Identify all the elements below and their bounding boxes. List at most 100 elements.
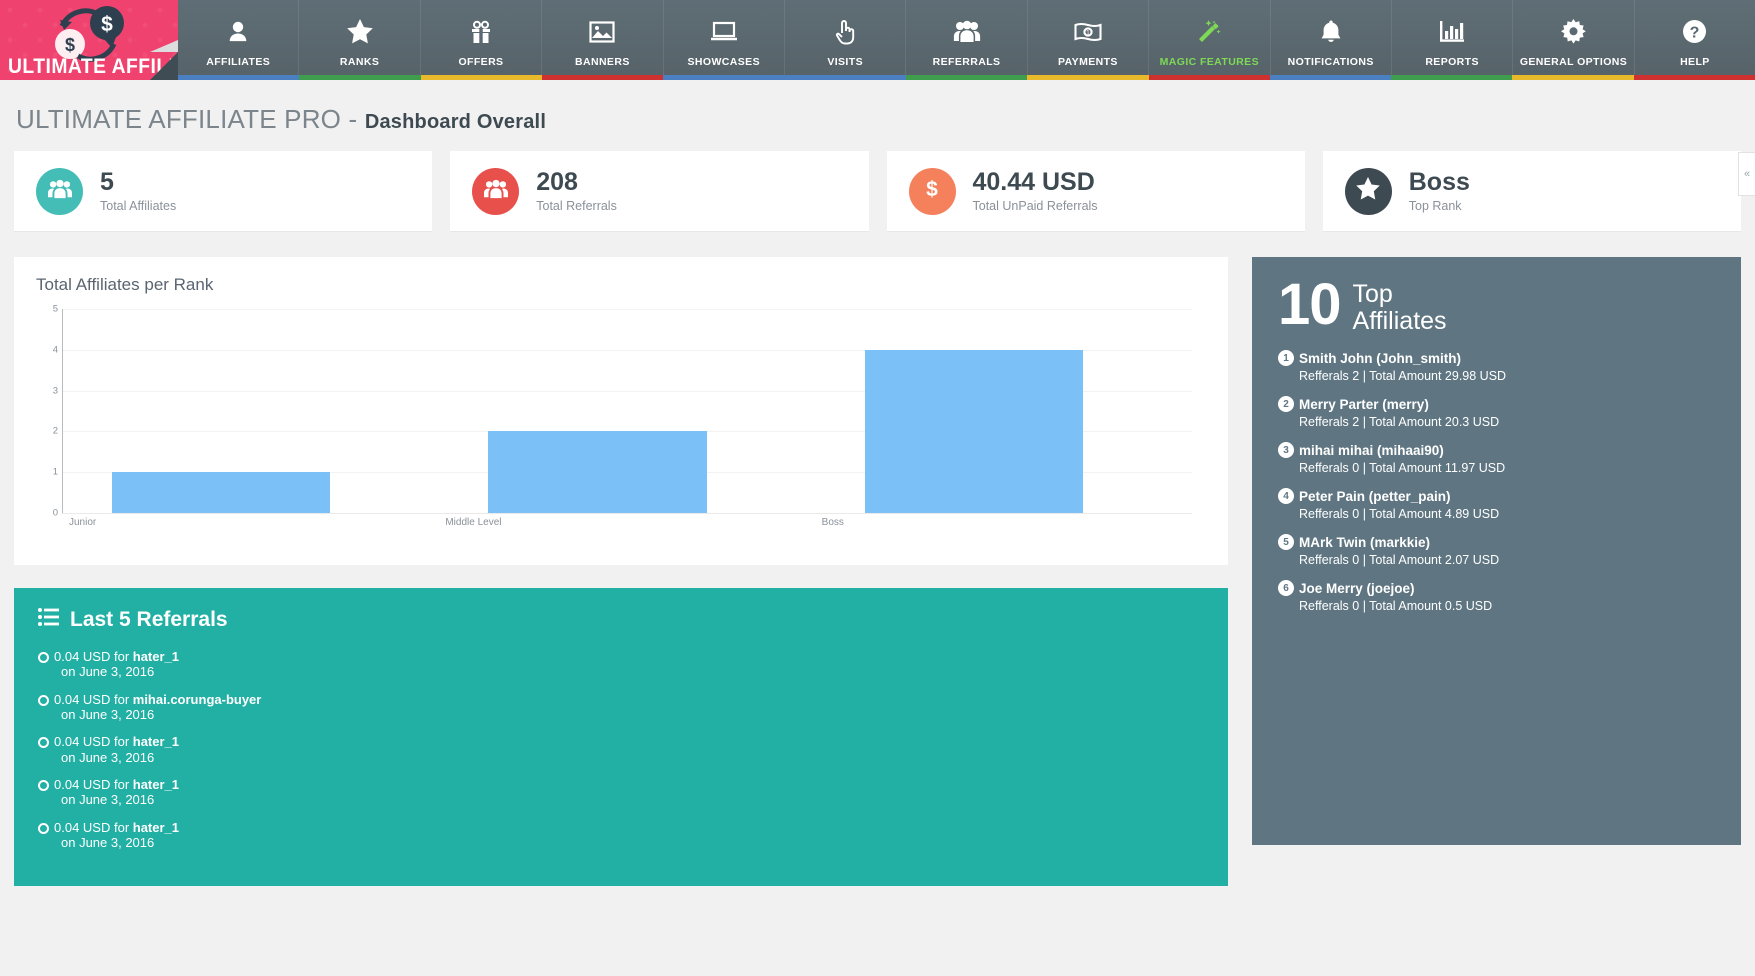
nav-item-offers[interactable]: OFFERS xyxy=(420,0,541,80)
affiliate-detail: Refferals 0 | Total Amount 0.5 USD xyxy=(1278,599,1715,613)
list-item: 6 Joe Merry (joejoe) Refferals 0 | Total… xyxy=(1278,580,1715,613)
gear-icon xyxy=(1561,15,1586,49)
affiliate-name-row: 2 Merry Parter (merry) xyxy=(1278,396,1715,412)
referral-line-1: 0.04 USD for hater_1 xyxy=(54,734,179,749)
sidebar-collapse-toggle[interactable]: « xyxy=(1738,152,1755,196)
list-item: 0.04 USD for hater_1 on June 3, 2016 xyxy=(38,734,1204,765)
nav-item-notifications[interactable]: NOTIFICATIONS xyxy=(1270,0,1391,80)
nav-item-reports[interactable]: REPORTS xyxy=(1391,0,1512,80)
list-item: 3 mihai mihai (mihaai90) Refferals 0 | T… xyxy=(1278,442,1715,475)
image-icon xyxy=(589,15,615,49)
chart-bar-junior[interactable] xyxy=(112,472,330,513)
chart-y-axis: 5 4 3 2 1 0 xyxy=(36,309,58,513)
referral-user: hater_1 xyxy=(133,734,179,749)
affiliates-per-rank-chart-card: Total Affiliates per Rank 5 4 3 2 1 0 xyxy=(14,257,1228,565)
referrals-list: 0.04 USD for hater_1 on June 3, 2016 0.0… xyxy=(38,649,1204,850)
stat-card-total-affiliates: 5 Total Affiliates xyxy=(14,151,432,231)
affiliate-detail: Refferals 2 | Total Amount 29.98 USD xyxy=(1278,369,1715,383)
stat-card-total-referrals: 208 Total Referrals xyxy=(450,151,868,231)
list-item: 0.04 USD for hater_1 on June 3, 2016 xyxy=(38,649,1204,680)
nav-label: RANKS xyxy=(340,56,379,68)
top-navigation-bar: $ $ ULTIMATE AFFILIATE AFFILIATES RANKS xyxy=(0,0,1755,80)
stat-icon-badge xyxy=(36,168,83,215)
referral-line-1: 0.04 USD for hater_1 xyxy=(54,777,179,792)
affiliate-detail: Refferals 0 | Total Amount 2.07 USD xyxy=(1278,553,1715,567)
chart-title: Total Affiliates per Rank xyxy=(36,275,1206,295)
stat-caption: Total UnPaid Referrals xyxy=(973,199,1098,213)
stat-card-total-unpaid-referrals: $ 40.44 USD Total UnPaid Referrals xyxy=(887,151,1305,231)
y-tick-label: 2 xyxy=(53,426,58,437)
y-tick-label: 0 xyxy=(53,508,58,519)
referral-user: mihai.corunga-buyer xyxy=(133,692,262,707)
affiliate-name: Joe Merry (joejoe) xyxy=(1299,581,1415,596)
rank-badge: 5 xyxy=(1278,534,1294,550)
top-affiliates-title-line1: Top xyxy=(1353,281,1447,308)
dashboard-page: « ULTIMATE AFFILIATE PRO - Dashboard Ove… xyxy=(0,80,1755,886)
app-logo[interactable]: $ $ ULTIMATE AFFILIATE xyxy=(0,0,178,80)
y-tick-label: 4 xyxy=(53,344,58,355)
nav-item-magic-features[interactable]: MAGIC FEATURES xyxy=(1148,0,1269,80)
nav-item-payments[interactable]: 1 PAYMENTS xyxy=(1027,0,1148,80)
nav-item-showcases[interactable]: SHOWCASES xyxy=(663,0,784,80)
affiliate-name-row: 5 MArk Twin (markkie) xyxy=(1278,534,1715,550)
nav-label: AFFILIATES xyxy=(206,56,270,68)
referral-line-1: 0.04 USD for mihai.corunga-buyer xyxy=(54,692,261,707)
nav-item-affiliates[interactable]: AFFILIATES xyxy=(178,0,298,80)
nav-item-banners[interactable]: BANNERS xyxy=(541,0,662,80)
chart-bar-middle-level[interactable] xyxy=(488,431,706,513)
chart-x-axis: Junior Middle Level Boss xyxy=(63,517,1192,528)
bullet-circle-icon xyxy=(38,780,49,791)
chart-bar-boss[interactable] xyxy=(865,350,1083,513)
svg-text:$: $ xyxy=(926,178,938,201)
last-referrals-title: Last 5 Referrals xyxy=(70,608,228,632)
svg-text:$: $ xyxy=(65,35,75,55)
stat-cards: 5 Total Affiliates 208 Total Referrals $ xyxy=(14,151,1741,231)
nav-label: SHOWCASES xyxy=(688,56,760,68)
magic-wand-icon xyxy=(1196,15,1222,49)
stat-value: 5 xyxy=(100,169,176,195)
list-item: 0.04 USD for hater_1 on June 3, 2016 xyxy=(38,820,1204,851)
list-item: 0.04 USD for mihai.corunga-buyer on June… xyxy=(38,692,1204,723)
rank-badge: 3 xyxy=(1278,442,1294,458)
top-affiliates-count: 10 xyxy=(1278,279,1341,330)
referral-date: on June 3, 2016 xyxy=(54,792,179,807)
referral-amount: 0.04 USD for xyxy=(54,820,133,835)
nav-label: NOTIFICATIONS xyxy=(1288,56,1374,68)
rank-badge: 4 xyxy=(1278,488,1294,504)
page-title-sub: Dashboard Overall xyxy=(365,111,546,133)
list-item: 5 MArk Twin (markkie) Refferals 0 | Tota… xyxy=(1278,534,1715,567)
nav-label: OFFERS xyxy=(458,56,503,68)
stat-value: 40.44 USD xyxy=(973,169,1098,195)
y-tick-label: 3 xyxy=(53,385,58,396)
nav-label: GENERAL OPTIONS xyxy=(1520,56,1627,68)
stat-icon-badge: $ xyxy=(909,168,956,215)
referral-user: hater_1 xyxy=(133,820,179,835)
nav-item-help[interactable]: ? HELP xyxy=(1634,0,1755,80)
nav-item-general-options[interactable]: GENERAL OPTIONS xyxy=(1512,0,1633,80)
gridline-baseline xyxy=(62,513,1192,514)
nav-items: AFFILIATES RANKS OFFERS BANNERS SHOWCASE xyxy=(178,0,1755,80)
stat-text: 40.44 USD Total UnPaid Referrals xyxy=(973,169,1098,213)
top-affiliates-title: Top Affiliates xyxy=(1353,279,1447,334)
last-referrals-card: Last 5 Referrals 0.04 USD for hater_1 on… xyxy=(14,588,1228,886)
list-item: 1 Smith John (John_smith) Refferals 2 | … xyxy=(1278,350,1715,383)
svg-text:$: $ xyxy=(101,13,113,36)
top-affiliates-header: 10 Top Affiliates xyxy=(1278,279,1715,334)
referral-line-1: 0.04 USD for hater_1 xyxy=(54,820,179,835)
referral-text: 0.04 USD for mihai.corunga-buyer on June… xyxy=(54,692,261,723)
user-icon xyxy=(227,15,249,49)
nav-item-referrals[interactable]: REFERRALS xyxy=(905,0,1026,80)
nav-item-visits[interactable]: VISITS xyxy=(784,0,905,80)
rank-badge: 6 xyxy=(1278,580,1294,596)
nav-label: PAYMENTS xyxy=(1058,56,1118,68)
rank-badge: 2 xyxy=(1278,396,1294,412)
referral-user: hater_1 xyxy=(133,649,179,664)
nav-item-ranks[interactable]: RANKS xyxy=(298,0,419,80)
banknote-icon: 1 xyxy=(1074,15,1102,49)
last-referrals-header: Last 5 Referrals xyxy=(38,608,1204,632)
list-item: 4 Peter Pain (petter_pain) Refferals 0 |… xyxy=(1278,488,1715,521)
stat-card-top-rank: Boss Top Rank xyxy=(1323,151,1741,231)
logo-fold-light xyxy=(150,40,178,52)
affiliate-name: MArk Twin (markkie) xyxy=(1299,535,1430,550)
rank-badge: 1 xyxy=(1278,350,1294,366)
